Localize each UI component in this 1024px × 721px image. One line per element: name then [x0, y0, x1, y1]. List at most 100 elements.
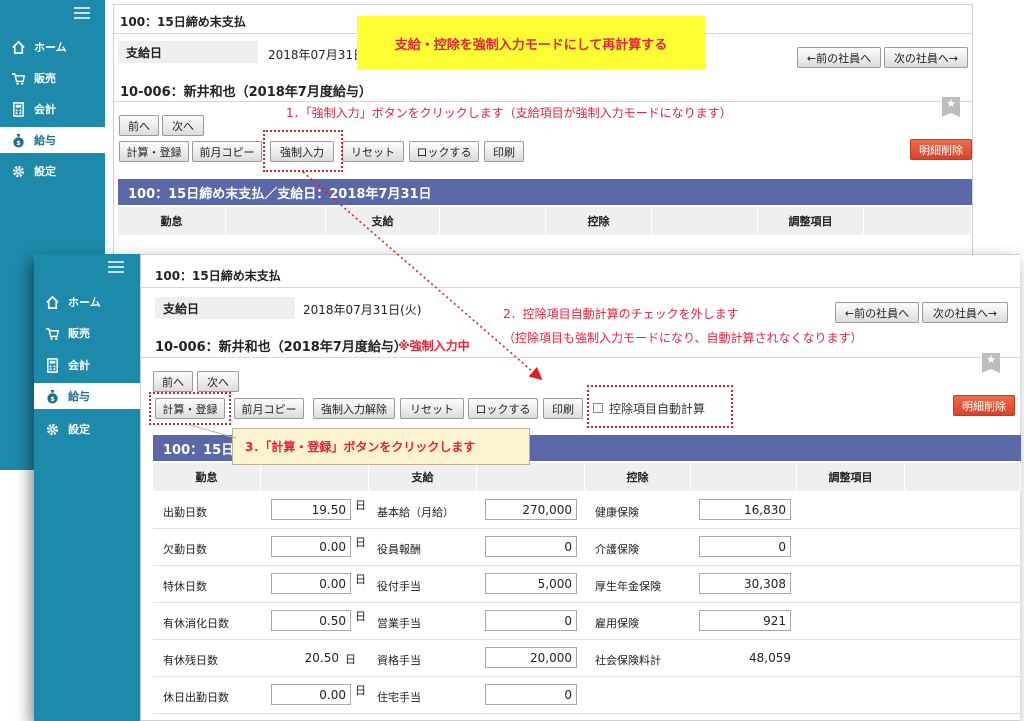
print-button[interactable]: 印刷 — [543, 398, 583, 419]
attendance-label: 欠勤日数 — [163, 543, 207, 556]
payment-input[interactable]: 0 — [485, 684, 577, 705]
payment-input[interactable]: 0 — [485, 536, 577, 557]
front-content: 100：15日締め末支払 支給日 2018年07月31日(火) ←前の社員へ 次… — [140, 254, 1021, 721]
deduction-label: 社会保険料計 — [595, 654, 661, 667]
employee-title: 10-006：新井和也（2018年7月度給与） — [155, 340, 407, 355]
sidebar-item-accounting[interactable]: 会計 — [0, 96, 105, 122]
pay-date-value: 2018年07月31日(火) — [303, 303, 422, 317]
prev-button[interactable]: 前へ — [119, 115, 159, 136]
attendance-input[interactable]: 0.00 — [271, 573, 351, 594]
sidebar-item-sales[interactable]: 販売 — [34, 320, 140, 346]
payment-input[interactable]: 5,000 — [485, 573, 577, 594]
money-bag-icon: $ — [44, 388, 60, 404]
deduction-label: 健康保険 — [595, 506, 639, 519]
step1-annotation: 1．「強制入力」ボタンをクリックします（支給項目が強制入力モードになります） — [286, 106, 732, 120]
sidebar-item-sales[interactable]: 販売 — [0, 65, 105, 91]
reset-button[interactable]: リセット — [342, 141, 404, 162]
attendance-input[interactable]: 19.50 — [271, 499, 351, 520]
deduction-value: 48,059 — [749, 651, 791, 665]
row-divider — [153, 676, 1021, 677]
reset-button[interactable]: リセット — [400, 398, 464, 419]
payment-label: 営業手当 — [377, 617, 421, 630]
release-force-input-button[interactable]: 強制入力解除 — [313, 398, 395, 419]
copy-prev-month-button[interactable]: 前月コピー — [234, 398, 304, 419]
sidebar-item-label: 会計 — [68, 359, 90, 372]
prev-employee-button[interactable]: ←前の社員へ — [797, 47, 881, 68]
attendance-value: 20.50 — [304, 651, 339, 665]
deduction-label: 厚生年金保険 — [595, 580, 661, 593]
column-header-blank — [691, 463, 797, 491]
deduction-input[interactable]: 921 — [699, 610, 791, 631]
menu-toggle-icon[interactable] — [108, 261, 124, 273]
sidebar-item-home[interactable]: ホーム — [34, 289, 140, 315]
money-bag-icon: $ — [10, 132, 26, 148]
column-header-blank — [905, 463, 1021, 491]
row-divider — [153, 602, 1021, 603]
next-button[interactable]: 次へ — [197, 371, 239, 392]
force-input-highlight — [263, 130, 343, 172]
cart-icon — [10, 70, 26, 86]
attendance-input[interactable]: 0.00 — [271, 684, 351, 705]
section-header-bar: 100：15日締め末支払／支給日：2018年7月31日 — [118, 179, 972, 205]
gear-icon — [44, 421, 60, 437]
sidebar-item-settings[interactable]: 設定 — [0, 158, 105, 184]
print-button[interactable]: 印刷 — [484, 141, 524, 162]
next-employee-button[interactable]: 次の社員へ→ — [884, 47, 968, 68]
column-header-blank — [477, 463, 585, 491]
delete-detail-button[interactable]: 明細削除 — [953, 395, 1015, 416]
bookmark-star-icon[interactable]: ★ — [942, 97, 960, 117]
deduction-input[interactable]: 16,830 — [699, 499, 791, 520]
copy-prev-month-button[interactable]: 前月コピー — [192, 141, 262, 162]
svg-text:$: $ — [50, 395, 55, 403]
sidebar-item-accounting[interactable]: 会計 — [34, 352, 140, 378]
forced-input-status: ※強制入力中 — [398, 339, 470, 353]
prev-button[interactable]: 前へ — [153, 371, 193, 392]
payment-label: 住宅手当 — [377, 691, 421, 704]
sidebar-item-home[interactable]: ホーム — [0, 34, 105, 60]
step2-annotation-line1: 2．控除項目自動計算のチェックを外します — [503, 307, 739, 321]
attendance-input[interactable]: 0.50 — [271, 610, 351, 631]
payment-input[interactable]: 270,000 — [485, 499, 577, 520]
next-button[interactable]: 次へ — [162, 115, 204, 136]
calculator-icon — [44, 357, 60, 373]
headline-callout: 支給・控除を強制入力モードにして再計算する — [357, 16, 705, 70]
payment-input[interactable]: 0 — [485, 610, 577, 631]
payment-label: 役員報酬 — [377, 543, 421, 556]
attendance-unit: 日 — [355, 684, 366, 697]
home-icon — [44, 294, 60, 310]
column-header-deduction: 控除 — [546, 207, 652, 235]
sidebar-item-payroll[interactable]: $ 給与 — [0, 127, 105, 153]
page-title: 100：15日締め末支払 — [155, 269, 281, 283]
row-divider — [153, 639, 1021, 640]
calc-register-button[interactable]: 計算・登録 — [119, 141, 189, 162]
payment-label: 役付手当 — [377, 580, 421, 593]
attendance-unit: 日 — [355, 573, 366, 586]
attendance-label: 有休消化日数 — [163, 617, 229, 630]
column-header-blank — [652, 207, 758, 235]
svg-text:$: $ — [16, 139, 21, 147]
attendance-input[interactable]: 0.00 — [271, 536, 351, 557]
column-header-adjustment: 調整項目 — [758, 207, 864, 235]
deduction-input[interactable]: 30,308 — [699, 573, 791, 594]
calc-register-highlight — [149, 392, 231, 425]
sidebar-item-label: ホーム — [34, 41, 67, 54]
prev-employee-button[interactable]: ←前の社員へ — [835, 302, 919, 323]
lock-button[interactable]: ロックする — [409, 141, 479, 162]
sidebar-item-label: 給与 — [68, 390, 90, 403]
row-divider — [153, 565, 1021, 566]
delete-detail-button[interactable]: 明細削除 — [910, 139, 972, 160]
payment-input[interactable]: 20,000 — [485, 647, 577, 668]
bookmark-star-icon[interactable]: ★ — [982, 353, 1000, 373]
deduction-input[interactable]: 0 — [699, 536, 791, 557]
column-header-adjustment: 調整項目 — [797, 463, 905, 491]
menu-toggle-icon[interactable] — [74, 7, 90, 19]
next-employee-button[interactable]: 次の社員へ→ — [922, 302, 1008, 323]
lock-button[interactable]: ロックする — [468, 398, 538, 419]
column-header-blank — [864, 207, 972, 235]
attendance-unit: 日 — [355, 499, 366, 512]
sidebar-item-label: 販売 — [34, 72, 56, 85]
sidebar-item-label: 販売 — [68, 327, 90, 340]
sidebar-item-settings[interactable]: 設定 — [34, 416, 140, 442]
sidebar-item-payroll[interactable]: $ 給与 — [34, 383, 140, 409]
column-header-blank — [440, 207, 546, 235]
